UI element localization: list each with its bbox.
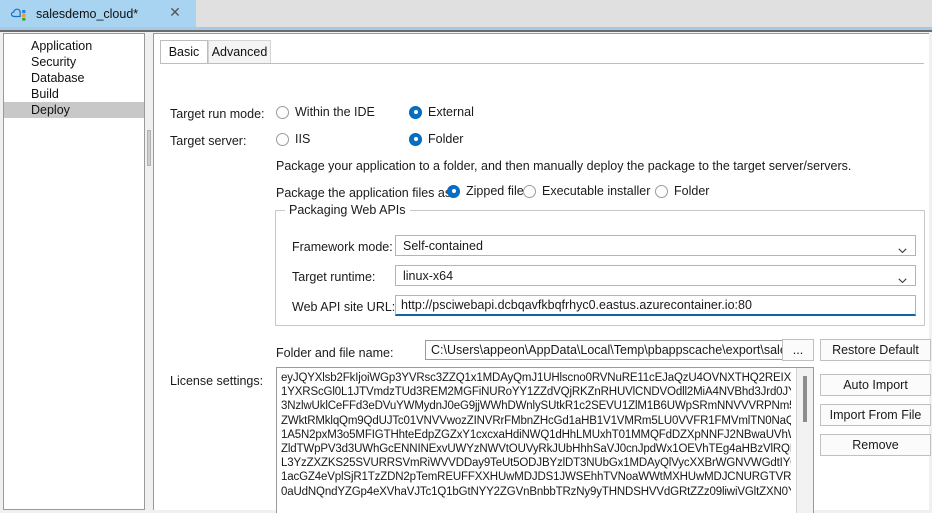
category-sidebar: Application Security Database Build Depl… — [3, 33, 145, 510]
radio-circle — [655, 184, 668, 198]
browse-button[interactable]: ... — [782, 339, 814, 361]
sidebar-item-deploy[interactable]: Deploy — [4, 102, 144, 118]
sidebar-item-security[interactable]: Security — [4, 54, 144, 70]
target-runtime-value: linux-x64 — [403, 268, 454, 283]
sidebar-item-build[interactable]: Build — [4, 86, 144, 102]
package-files-as-label: Package the application files as: — [276, 186, 455, 200]
sidebar-item-label: Application — [31, 39, 93, 53]
framework-mode-select[interactable]: Self-contained — [395, 235, 916, 256]
radio-iis[interactable]: IIS — [276, 132, 310, 146]
web-api-site-url-label: Web API site URL: — [292, 300, 396, 314]
radio-zipped-file[interactable]: Zipped file — [447, 184, 524, 198]
sidebar-item-label: Deploy — [31, 103, 70, 117]
radio-label: Executable installer — [542, 184, 651, 198]
deploy-description: Package your application to a folder, an… — [276, 159, 852, 173]
settings-pane: Basic Advanced Target run mode: Within t… — [153, 33, 931, 513]
restore-default-button[interactable]: Restore Default — [820, 339, 931, 361]
radio-external[interactable]: External — [409, 105, 474, 119]
basic-tab-panel: Target run mode: Within the IDE External… — [160, 63, 931, 513]
target-server-label: Target server: — [170, 134, 247, 148]
sidebar-item-database[interactable]: Database — [4, 70, 144, 86]
license-settings-label: License settings: — [170, 374, 264, 388]
radio-circle — [523, 184, 536, 198]
web-api-site-url-input[interactable]: http://psciwebapi.dcbqavfkbqfrhyc0.eastu… — [395, 295, 916, 316]
tab-basic[interactable]: Basic — [160, 40, 208, 64]
framework-mode-label: Framework mode: — [292, 240, 393, 254]
packaging-web-apis-title: Packaging Web APIs — [285, 203, 410, 217]
radio-circle — [276, 132, 289, 146]
chevron-down-icon — [898, 243, 907, 253]
target-runtime-label: Target runtime: — [292, 270, 376, 284]
restore-default-label: Restore Default — [832, 343, 919, 357]
sidebar-item-label: Database — [31, 71, 85, 85]
tab-advanced[interactable]: Advanced — [208, 40, 271, 64]
radio-circle — [276, 105, 289, 119]
folder-and-file-name-input[interactable]: C:\Users\appeon\AppData\Local\Temp\pbapp… — [425, 340, 790, 360]
radio-label: Zipped file — [466, 184, 524, 198]
tab-basic-label: Basic — [168, 45, 200, 59]
radio-folder-package[interactable]: Folder — [655, 184, 709, 198]
folder-and-file-name-value: C:\Users\appeon\AppData\Local\Temp\pbapp… — [431, 343, 789, 357]
license-scrollbar[interactable] — [796, 368, 813, 513]
auto-import-label: Auto Import — [843, 378, 908, 392]
browse-button-label: ... — [792, 343, 804, 357]
document-tab-salesdemo-cloud[interactable]: salesdemo_cloud* ✕ — [0, 0, 196, 27]
radio-within-the-ide[interactable]: Within the IDE — [276, 105, 375, 119]
import-from-file-button[interactable]: Import From File — [820, 404, 931, 426]
radio-label: Folder — [674, 184, 710, 198]
radio-circle — [409, 105, 422, 119]
license-scrollbar-thumb[interactable] — [803, 376, 807, 422]
chevron-down-icon — [898, 273, 907, 283]
radio-folder[interactable]: Folder — [409, 132, 463, 146]
radio-label: External — [428, 105, 474, 119]
splitter-grip[interactable] — [147, 130, 151, 166]
sidebar-item-label: Build — [31, 87, 59, 101]
remove-button[interactable]: Remove — [820, 434, 931, 456]
sidebar-splitter[interactable] — [146, 33, 152, 510]
radio-circle — [409, 132, 422, 146]
license-settings-value: eyJQYXlsb2FkIjoiWGp3YVRsc3ZZQ1x1MDAyQmJ1… — [281, 372, 791, 498]
close-icon[interactable]: ✕ — [168, 5, 182, 19]
radio-label: Folder — [428, 132, 464, 146]
import-from-file-label: Import From File — [829, 408, 922, 422]
target-runtime-select[interactable]: linux-x64 — [395, 265, 916, 286]
document-tab-strip: salesdemo_cloud* ✕ — [0, 0, 932, 27]
cloud-app-icon — [10, 6, 28, 22]
radio-label: IIS — [295, 132, 311, 146]
tab-advanced-label: Advanced — [211, 45, 268, 59]
web-api-site-url-value: http://psciwebapi.dcbqavfkbqfrhyc0.eastu… — [401, 298, 752, 312]
sidebar-item-label: Security — [31, 55, 77, 69]
framework-mode-value: Self-contained — [403, 238, 483, 253]
deploy-settings-window: salesdemo_cloud* ✕ Application Security … — [0, 0, 932, 513]
tab-strip-divider — [0, 30, 932, 32]
radio-circle — [447, 184, 460, 198]
license-settings-textarea[interactable]: eyJQYXlsb2FkIjoiWGp3YVRsc3ZZQ1x1MDAyQmJ1… — [276, 367, 814, 513]
document-tab-label: salesdemo_cloud* — [36, 6, 139, 21]
radio-executable-installer[interactable]: Executable installer — [523, 184, 650, 198]
sidebar-item-application[interactable]: Application — [4, 38, 144, 54]
auto-import-button[interactable]: Auto Import — [820, 374, 931, 396]
remove-label: Remove — [852, 438, 899, 452]
radio-label: Within the IDE — [295, 105, 375, 119]
target-run-mode-label: Target run mode: — [170, 107, 265, 121]
folder-and-file-name-label: Folder and file name: — [276, 346, 394, 360]
